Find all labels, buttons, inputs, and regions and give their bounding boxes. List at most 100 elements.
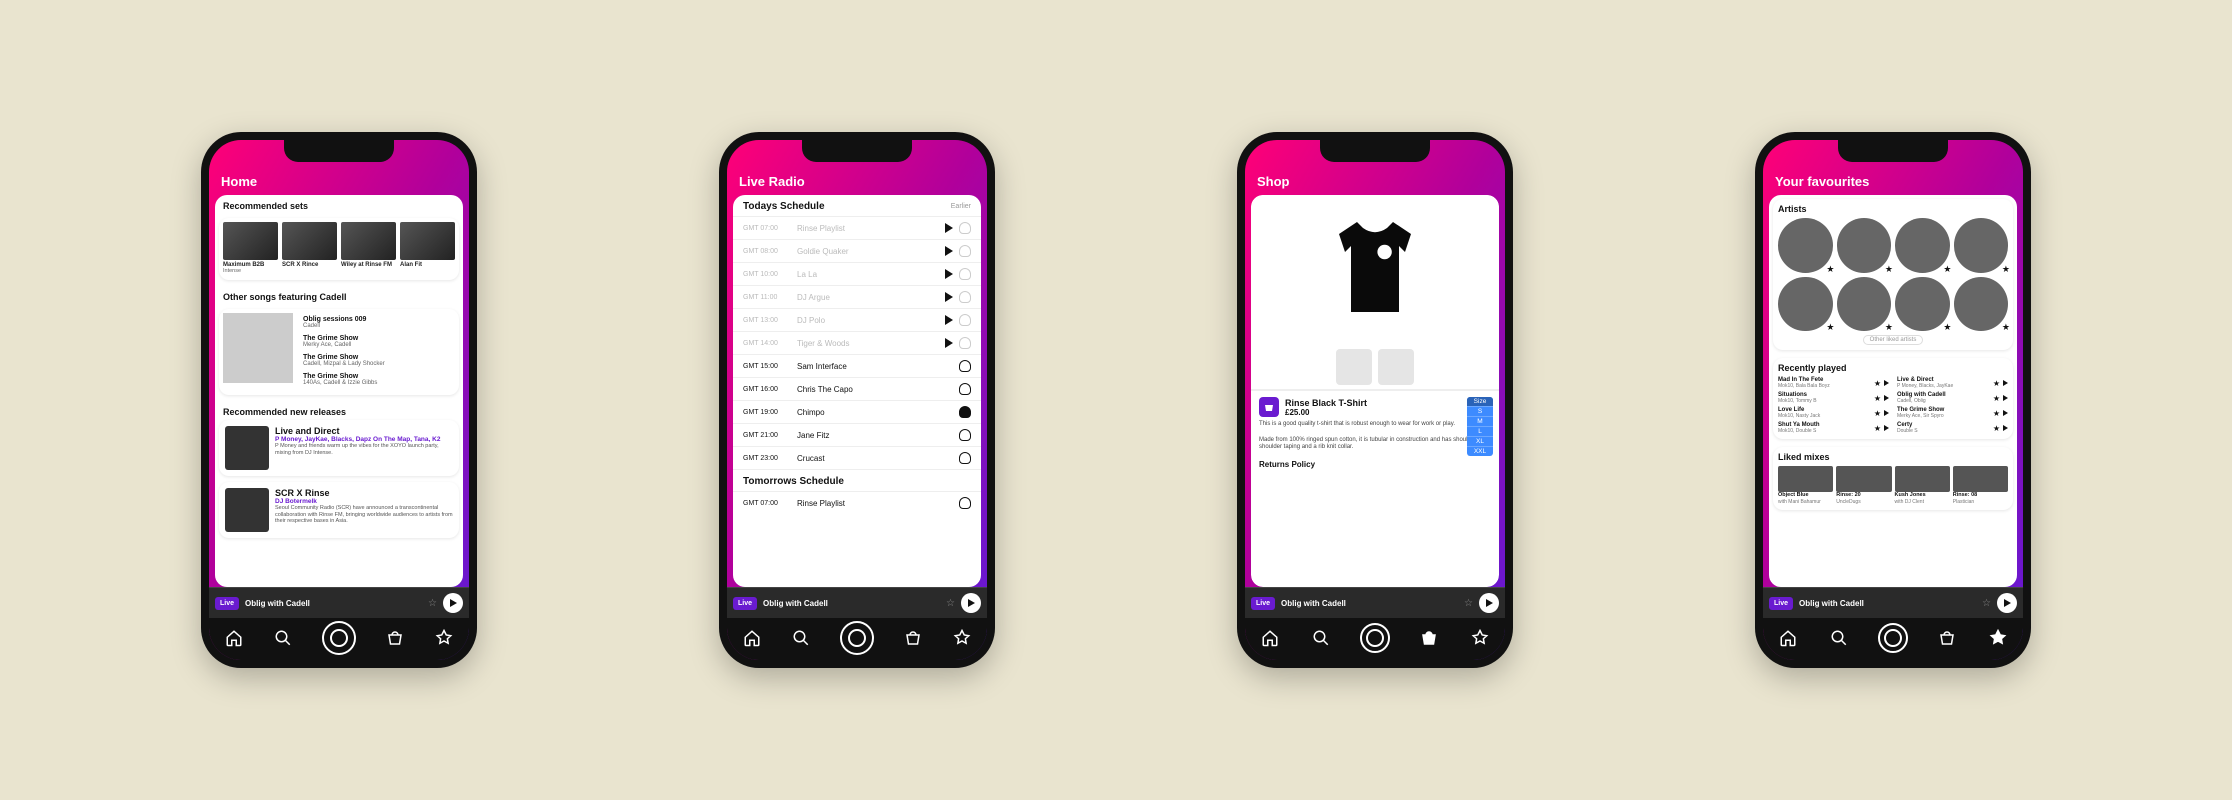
nav-favourites-icon[interactable] (1469, 627, 1491, 649)
nav-radio-icon[interactable] (840, 621, 874, 655)
bell-icon[interactable] (959, 268, 971, 280)
play-icon[interactable] (2003, 380, 2008, 386)
star-icon[interactable]: ★ (1874, 424, 1881, 433)
play-icon[interactable] (945, 338, 953, 348)
star-icon[interactable]: ★ (1993, 394, 2000, 403)
size-option[interactable]: S (1467, 406, 1493, 416)
play-icon[interactable] (1884, 410, 1889, 416)
schedule-row[interactable]: GMT 21:00Jane Fitz (733, 423, 981, 446)
schedule-row[interactable]: GMT 10:00La La (733, 262, 981, 285)
now-playing[interactable]: Oblig with Cadell (245, 599, 422, 608)
star-icon[interactable]: ★ (1993, 424, 2000, 433)
now-playing[interactable]: Oblig with Cadell (1799, 599, 1976, 608)
play-icon[interactable] (945, 292, 953, 302)
earlier-link[interactable]: Earlier (951, 203, 971, 210)
bell-icon[interactable] (959, 222, 971, 234)
play-icon[interactable] (945, 246, 953, 256)
product-thumb[interactable] (1378, 349, 1414, 385)
artist-avatar[interactable] (1778, 277, 1833, 332)
play-icon[interactable] (945, 223, 953, 233)
favourite-icon[interactable]: ☆ (1464, 598, 1473, 609)
bell-icon[interactable] (959, 291, 971, 303)
play-icon[interactable] (1884, 395, 1889, 401)
star-icon[interactable]: ★ (1874, 394, 1881, 403)
mix-item[interactable]: Rinse: 08Plastician (1953, 466, 2008, 505)
set-item[interactable]: SCR X Rince (282, 222, 337, 274)
size-option[interactable]: M (1467, 416, 1493, 426)
play-button[interactable] (1997, 593, 2017, 613)
nav-search-icon[interactable] (1310, 627, 1332, 649)
nav-favourites-icon[interactable] (951, 627, 973, 649)
mix-item[interactable]: Kush Joneswith DJ Clent (1895, 466, 1950, 505)
nav-shop-icon[interactable] (1418, 627, 1440, 649)
favourite-icon[interactable]: ☆ (428, 598, 437, 609)
song-row[interactable]: The Grime ShowMerky Ace, Cadell (299, 332, 455, 351)
recent-item[interactable]: SituationsMok10, Tommy B★ (1778, 392, 1889, 404)
favourite-icon[interactable]: ☆ (946, 598, 955, 609)
now-playing[interactable]: Oblig with Cadell (763, 599, 940, 608)
schedule-row[interactable]: GMT 07:00Rinse Playlist (733, 216, 981, 239)
nav-favourites-icon[interactable] (1987, 627, 2009, 649)
product-thumb[interactable] (1336, 349, 1372, 385)
play-button[interactable] (443, 593, 463, 613)
release-item[interactable]: Live and Direct P Money, JayKae, Blacks,… (219, 420, 459, 476)
size-option[interactable]: L (1467, 426, 1493, 436)
set-item[interactable]: Wiley at Rinse FM (341, 222, 396, 274)
schedule-row[interactable]: GMT 19:00Chimpo (733, 400, 981, 423)
artist-avatar[interactable] (1837, 218, 1892, 273)
song-row[interactable]: Oblig sessions 009Cadell (299, 313, 455, 332)
bell-icon[interactable] (959, 314, 971, 326)
artist-avatar[interactable] (1895, 218, 1950, 273)
nav-radio-icon[interactable] (1878, 623, 1908, 653)
nav-favourites-icon[interactable] (433, 627, 455, 649)
play-icon[interactable] (2003, 425, 2008, 431)
artist-avatar[interactable] (1778, 218, 1833, 273)
recent-item[interactable]: Mad In The FeteMok10, Bala Bala Boyz★ (1778, 377, 1889, 389)
nav-search-icon[interactable] (790, 627, 812, 649)
recent-item[interactable]: Oblig with CadellCadell, Oblig★ (1897, 392, 2008, 404)
play-icon[interactable] (1884, 380, 1889, 386)
bell-icon[interactable] (959, 497, 971, 509)
bell-icon[interactable] (959, 383, 971, 395)
artist-avatar[interactable] (1895, 277, 1950, 332)
song-row[interactable]: The Grime Show140As, Cadell & Izzie Gibb… (299, 370, 455, 389)
nav-shop-icon[interactable] (1936, 627, 1958, 649)
size-dropdown[interactable]: Size S M L XL XXL (1467, 397, 1493, 456)
nav-home-icon[interactable] (1259, 627, 1281, 649)
artist-avatar[interactable] (1837, 277, 1892, 332)
nav-radio-icon[interactable] (1360, 623, 1390, 653)
artist-avatar[interactable] (1954, 277, 2009, 332)
schedule-row[interactable]: GMT 07:00Rinse Playlist (733, 491, 981, 514)
play-button[interactable] (1479, 593, 1499, 613)
nav-search-icon[interactable] (272, 627, 294, 649)
bell-icon[interactable] (959, 429, 971, 441)
star-icon[interactable]: ★ (1993, 379, 2000, 388)
bell-icon[interactable] (959, 337, 971, 349)
size-option[interactable]: XL (1467, 436, 1493, 446)
schedule-row[interactable]: GMT 14:00Tiger & Woods (733, 331, 981, 354)
nav-shop-icon[interactable] (384, 627, 406, 649)
play-icon[interactable] (1884, 425, 1889, 431)
play-icon[interactable] (2003, 410, 2008, 416)
star-icon[interactable]: ★ (1874, 379, 1881, 388)
schedule-row[interactable]: GMT 13:00DJ Polo (733, 308, 981, 331)
star-icon[interactable]: ★ (1874, 409, 1881, 418)
nav-shop-icon[interactable] (902, 627, 924, 649)
recent-item[interactable]: Love LifeMok10, Nasty Jack★ (1778, 407, 1889, 419)
recent-item[interactable]: The Grime ShowMerky Ace, Sir Spyro★ (1897, 407, 2008, 419)
favourite-icon[interactable]: ☆ (1982, 598, 1991, 609)
mix-item[interactable]: Object Bluewith Mani Bahamur (1778, 466, 1833, 505)
schedule-row[interactable]: GMT 11:00DJ Argue (733, 285, 981, 308)
product-image[interactable] (1251, 195, 1499, 345)
bell-icon[interactable] (959, 245, 971, 257)
recent-item[interactable]: CertyDouble S★ (1897, 422, 2008, 434)
bell-icon[interactable] (959, 360, 971, 372)
play-button[interactable] (961, 593, 981, 613)
play-icon[interactable] (2003, 395, 2008, 401)
nav-search-icon[interactable] (1828, 627, 1850, 649)
nav-home-icon[interactable] (741, 627, 763, 649)
set-item[interactable]: Maximum B2B Intense (223, 222, 278, 274)
star-icon[interactable]: ★ (1993, 409, 2000, 418)
play-icon[interactable] (945, 269, 953, 279)
nav-home-icon[interactable] (223, 627, 245, 649)
